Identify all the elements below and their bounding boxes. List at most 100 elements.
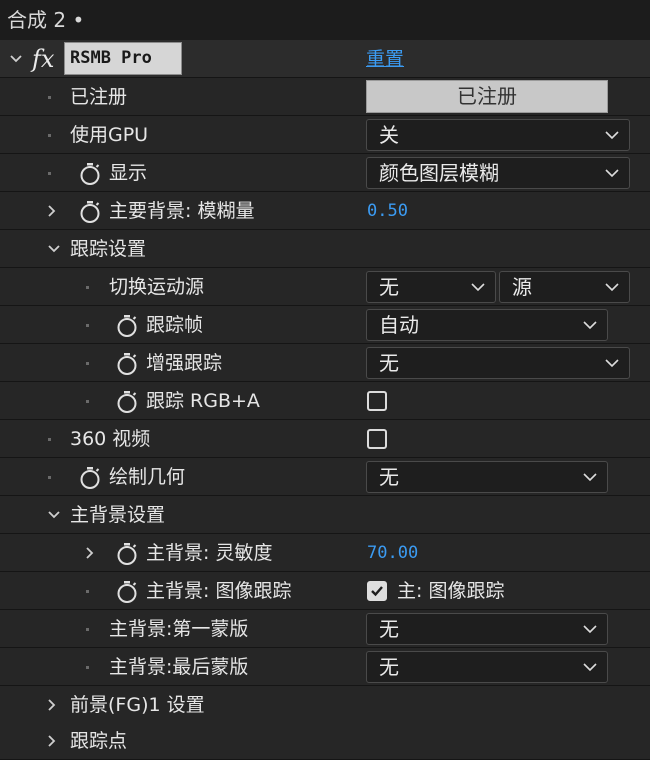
track-frames-select[interactable]: 自动 bbox=[366, 309, 608, 341]
tree-dot bbox=[86, 286, 89, 289]
row-draw-geometry: 绘制几何 无 bbox=[0, 458, 650, 496]
tree-dot bbox=[48, 172, 51, 175]
chevron-right-icon[interactable] bbox=[44, 686, 62, 724]
fg1-settings-label[interactable]: 前景(FG)1 设置 bbox=[70, 686, 205, 724]
composition-title[interactable]: 合成 2 • bbox=[0, 0, 650, 40]
bg-first-mask-value: 无 bbox=[379, 617, 399, 641]
bg-image-tracking-label: 主背景: 图像跟踪 bbox=[146, 580, 292, 602]
track-points-label[interactable]: 跟踪点 bbox=[70, 722, 127, 760]
bg-blur-value[interactable]: 0.50 bbox=[367, 192, 408, 230]
row-bg-sensitivity: 主背景: 灵敏度 70.00 bbox=[0, 534, 650, 572]
row-registered: 已注册 已注册 bbox=[0, 78, 650, 116]
bg-image-tracking-checkbox[interactable] bbox=[367, 581, 387, 601]
check-icon bbox=[371, 586, 383, 597]
chevron-down-icon bbox=[583, 625, 597, 634]
stopwatch-icon[interactable] bbox=[116, 580, 138, 604]
reset-link[interactable]: 重置 bbox=[366, 40, 404, 78]
main-bg-settings-label[interactable]: 主背景设置 bbox=[70, 496, 165, 534]
display-label: 显示 bbox=[109, 162, 148, 184]
track-frames-value: 自动 bbox=[379, 313, 419, 337]
row-track-frames: 跟踪帧 自动 bbox=[0, 306, 650, 344]
chevron-down-icon bbox=[583, 473, 597, 482]
bg-first-mask-label: 主背景:第一蒙版 bbox=[109, 618, 249, 640]
effect-header-row: fx RSMB Pro 重置 bbox=[0, 40, 650, 78]
switch-source-type-select[interactable]: 源 bbox=[499, 271, 630, 303]
display-select[interactable]: 颜色图层模糊 bbox=[366, 157, 630, 189]
tree-dot bbox=[48, 96, 51, 99]
bg-last-mask-select[interactable]: 无 bbox=[366, 651, 608, 683]
row-display: 显示 颜色图层模糊 bbox=[0, 154, 650, 192]
tracking-settings-label[interactable]: 跟踪设置 bbox=[70, 230, 146, 268]
chevron-down-icon[interactable] bbox=[8, 40, 26, 78]
effect-name-label[interactable]: RSMB Pro bbox=[64, 42, 182, 75]
fx-icon[interactable]: fx bbox=[30, 43, 60, 75]
draw-geometry-value: 无 bbox=[379, 465, 399, 489]
row-track-rgba: 跟踪 RGB+A bbox=[0, 382, 650, 420]
row-bg-last-mask: 主背景:最后蒙版 无 bbox=[0, 648, 650, 686]
registered-button[interactable]: 已注册 bbox=[366, 80, 608, 113]
svg-text:fx: fx bbox=[30, 45, 55, 73]
tree-dot bbox=[48, 438, 51, 441]
row-tracking-settings: 跟踪设置 bbox=[0, 230, 650, 268]
display-value: 颜色图层模糊 bbox=[379, 161, 499, 185]
chevron-down-icon[interactable] bbox=[46, 230, 64, 268]
use-gpu-label: 使用GPU bbox=[70, 124, 149, 146]
chevron-down-icon bbox=[583, 321, 597, 330]
use-gpu-value: 关 bbox=[379, 123, 399, 147]
bg-sensitivity-value[interactable]: 70.00 bbox=[367, 534, 418, 572]
draw-geometry-select[interactable]: 无 bbox=[366, 461, 608, 493]
row-track-points: 跟踪点 bbox=[0, 722, 650, 760]
switch-source-layer-value: 无 bbox=[379, 275, 399, 299]
stopwatch-icon[interactable] bbox=[116, 352, 138, 376]
row-main-bg-settings: 主背景设置 bbox=[0, 496, 650, 534]
tree-dot bbox=[48, 134, 51, 137]
bg-first-mask-select[interactable]: 无 bbox=[366, 613, 608, 645]
row-bg-blur-amount: 主要背景: 模糊量 0.50 bbox=[0, 192, 650, 230]
tree-dot bbox=[48, 476, 51, 479]
row-bg-first-mask: 主背景:第一蒙版 无 bbox=[0, 610, 650, 648]
chevron-right-icon[interactable] bbox=[82, 534, 100, 572]
draw-geometry-label: 绘制几何 bbox=[109, 466, 186, 488]
row-switch-source: 切换运动源 无 源 bbox=[0, 268, 650, 306]
switch-source-layer-select[interactable]: 无 bbox=[366, 271, 496, 303]
tree-dot bbox=[86, 324, 89, 327]
track-rgba-checkbox[interactable] bbox=[367, 391, 387, 411]
enhance-tracking-select[interactable]: 无 bbox=[366, 347, 630, 379]
chevron-down-icon bbox=[605, 283, 619, 292]
row-use-gpu: 使用GPU 关 bbox=[0, 116, 650, 154]
bg-sensitivity-label: 主背景: 灵敏度 bbox=[146, 542, 273, 564]
row-fg1-settings: 前景(FG)1 设置 bbox=[0, 686, 650, 724]
stopwatch-icon[interactable] bbox=[79, 200, 101, 224]
track-rgba-label: 跟踪 RGB+A bbox=[146, 390, 260, 412]
enhance-tracking-value: 无 bbox=[379, 351, 399, 375]
bg-last-mask-label: 主背景:最后蒙版 bbox=[109, 656, 249, 678]
stopwatch-icon[interactable] bbox=[79, 162, 101, 186]
enhance-tracking-label: 增强跟踪 bbox=[146, 352, 223, 374]
row-enhance-tracking: 增强跟踪 无 bbox=[0, 344, 650, 382]
chevron-right-icon[interactable] bbox=[44, 722, 62, 760]
stopwatch-icon[interactable] bbox=[79, 466, 101, 490]
registered-label: 已注册 bbox=[70, 86, 128, 108]
chevron-down-icon bbox=[583, 663, 597, 672]
chevron-down-icon bbox=[471, 283, 485, 292]
chevron-down-icon bbox=[605, 131, 619, 140]
use-gpu-select[interactable]: 关 bbox=[366, 119, 630, 151]
switch-source-type-value: 源 bbox=[512, 275, 532, 299]
tree-dot bbox=[86, 628, 89, 631]
row-360-video: 360 视频 bbox=[0, 420, 650, 458]
stopwatch-icon[interactable] bbox=[116, 542, 138, 566]
chevron-down-icon[interactable] bbox=[46, 496, 64, 534]
stopwatch-icon[interactable] bbox=[116, 314, 138, 338]
tree-dot bbox=[86, 400, 89, 403]
row-bg-image-tracking: 主背景: 图像跟踪 主: 图像跟踪 bbox=[0, 572, 650, 610]
video-360-label: 360 视频 bbox=[70, 428, 151, 450]
bg-last-mask-value: 无 bbox=[379, 655, 399, 679]
stopwatch-icon[interactable] bbox=[116, 390, 138, 414]
chevron-right-icon[interactable] bbox=[44, 192, 62, 230]
video-360-checkbox[interactable] bbox=[367, 429, 387, 449]
bg-image-tracking-check-label[interactable]: 主: 图像跟踪 bbox=[397, 572, 504, 610]
bg-blur-label: 主要背景: 模糊量 bbox=[109, 200, 255, 222]
tree-dot bbox=[86, 590, 89, 593]
chevron-down-icon bbox=[605, 359, 619, 368]
tree-dot bbox=[86, 362, 89, 365]
